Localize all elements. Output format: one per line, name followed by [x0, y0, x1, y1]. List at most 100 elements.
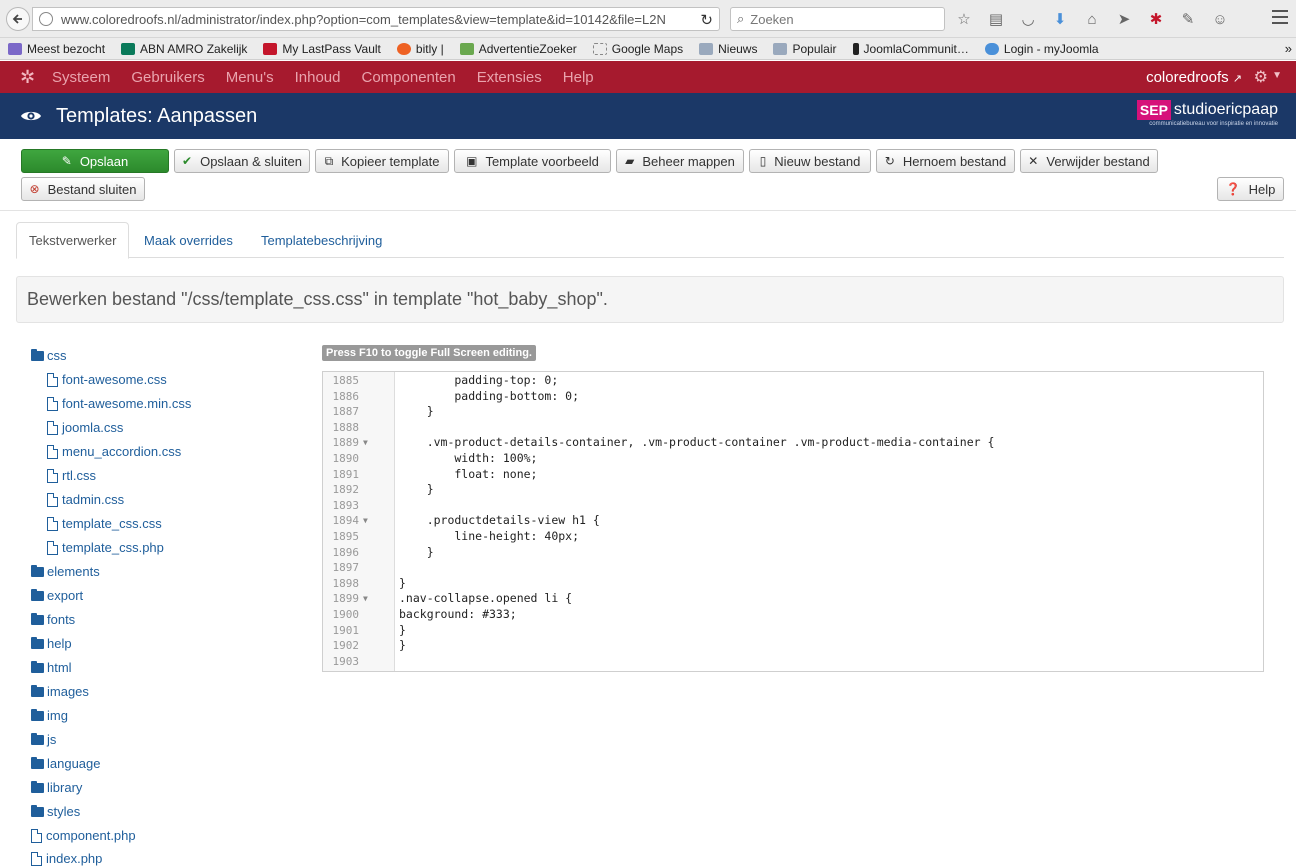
back-button[interactable] [6, 7, 30, 31]
tree-file-item[interactable]: tadmin.css [47, 492, 124, 507]
line-number: 1902 [332, 639, 360, 653]
tree-folder-item[interactable]: styles [31, 804, 80, 819]
tree-folder-item[interactable]: fonts [31, 612, 75, 627]
close-file-button[interactable]: ⊗ Bestand sluiten [21, 177, 145, 201]
fold-marker-icon[interactable] [363, 545, 375, 561]
delete-file-button[interactable]: ✕ Verwijder bestand [1020, 149, 1158, 173]
search-input[interactable]: ⌕ Zoeken [730, 7, 945, 31]
menu-icon[interactable] [1272, 10, 1288, 26]
tree-folder-item[interactable]: js [31, 732, 56, 747]
bookmark-item[interactable]: Google Maps [592, 42, 683, 56]
folder-icon [773, 42, 788, 55]
tree-folder-item[interactable]: library [31, 780, 82, 795]
menu-item-inhoud[interactable]: Inhoud [295, 69, 341, 86]
tools-icon[interactable]: ✎ [1178, 9, 1198, 29]
tree-file-item[interactable]: component.php [31, 828, 136, 843]
settings-gear-icon[interactable]: ⚙ [1254, 67, 1268, 87]
tab-tekstverwerker[interactable]: Tekstverwerker [16, 222, 130, 259]
tree-file-item[interactable]: font-awesome.css [47, 372, 167, 387]
fold-marker-icon[interactable] [363, 560, 375, 576]
menu-item-menus[interactable]: Menu's [226, 69, 274, 86]
url-bar[interactable]: www.coloredroofs.nl/administrator/index.… [32, 7, 720, 31]
line-number: 1893 [332, 498, 360, 512]
tree-file-item[interactable]: template_css.css [47, 516, 162, 531]
tab-maak-overrides[interactable]: Maak overrides [132, 222, 245, 258]
bookmark-folder[interactable]: Populair [773, 42, 837, 56]
tree-folder-item[interactable]: img [31, 708, 68, 723]
chevron-down-icon[interactable]: ▼ [1272, 70, 1282, 81]
rename-file-button[interactable]: ↻ Hernoem bestand [876, 149, 1015, 173]
bookmark-star-icon[interactable]: ☆ [954, 9, 974, 29]
tree-folder-item[interactable]: elements [31, 564, 100, 579]
bookmark-item[interactable]: JoomlaCommunit… [852, 42, 969, 56]
template-preview-button[interactable]: ▣ Template voorbeeld [454, 149, 611, 173]
fold-marker-icon[interactable] [363, 607, 375, 623]
tree-folder-item[interactable]: export [31, 588, 83, 603]
manage-folders-button[interactable]: ▰ Beheer mappen [616, 149, 744, 173]
tree-folder-css[interactable]: css [31, 348, 67, 363]
fold-marker-icon[interactable] [363, 451, 375, 467]
menu-item-help[interactable]: Help [563, 69, 594, 86]
bookmark-item[interactable]: ABN AMRO Zakelijk [121, 42, 247, 56]
line-number: 1896 [332, 545, 360, 559]
tree-folder-item[interactable]: html [31, 660, 72, 675]
copy-template-button[interactable]: ⧉ Kopieer template [315, 149, 449, 173]
site-link[interactable]: coloredroofs ↗ [1146, 69, 1242, 86]
tree-folder-item[interactable]: help [31, 636, 72, 651]
fold-marker-icon[interactable] [363, 498, 375, 514]
menu-item-systeem[interactable]: Systeem [52, 69, 110, 86]
fold-marker-icon[interactable] [363, 654, 375, 670]
fold-marker-icon[interactable] [363, 373, 375, 389]
fold-marker-icon[interactable] [363, 404, 375, 420]
bookmark-item[interactable]: My LastPass Vault [263, 42, 381, 56]
tree-file-item[interactable]: joomla.css [47, 420, 123, 435]
pocket-icon[interactable]: ◡ [1018, 9, 1038, 29]
download-icon[interactable]: ⬇ [1050, 9, 1070, 29]
new-file-button[interactable]: ▯ Nieuw bestand [749, 149, 871, 173]
save-button[interactable]: ✎ Opslaan [21, 149, 169, 173]
tree-file-item[interactable]: rtl.css [47, 468, 96, 483]
bookmark-item[interactable]: Login - myJoomla [984, 42, 1099, 56]
tree-folder-item[interactable]: language [31, 756, 101, 771]
reload-icon[interactable]: ↻ [700, 11, 713, 29]
account-icon[interactable]: ☺ [1210, 9, 1230, 29]
fold-marker-icon[interactable] [363, 420, 375, 436]
fold-marker-icon[interactable] [363, 623, 375, 639]
tree-file-item[interactable]: menu_accordion.css [47, 444, 181, 459]
tab-templatebeschrijving[interactable]: Templatebeschrijving [249, 222, 394, 258]
tree-folder-item[interactable]: images [31, 684, 89, 699]
fold-marker-icon[interactable] [363, 467, 375, 483]
bookmarks-overflow-button[interactable]: » [1285, 41, 1292, 56]
help-button[interactable]: ❓ Help [1217, 177, 1284, 201]
bookmark-item[interactable]: Meest bezocht [8, 42, 105, 56]
fold-marker-icon[interactable] [363, 576, 375, 592]
fold-marker-icon[interactable]: ▼ [363, 591, 375, 607]
fold-marker-icon[interactable] [363, 482, 375, 498]
menu-item-componenten[interactable]: Componenten [362, 69, 456, 86]
fold-marker-icon[interactable] [363, 529, 375, 545]
lastpass-icon[interactable]: ✱ [1146, 9, 1166, 29]
code-text: padding-top: 0; [399, 373, 559, 387]
menu-item-extensies[interactable]: Extensies [477, 69, 542, 86]
line-number: 1889 [332, 436, 360, 450]
send-icon[interactable]: ➤ [1114, 9, 1134, 29]
joomla-logo-icon[interactable]: ✲ [20, 68, 38, 86]
url-text[interactable]: www.coloredroofs.nl/administrator/index.… [61, 12, 681, 27]
bookmark-folder[interactable]: Nieuws [699, 42, 757, 56]
code-line: 1892 } [323, 482, 1263, 498]
reading-list-icon[interactable]: ▤ [986, 9, 1006, 29]
fold-marker-icon[interactable]: ▼ [363, 435, 375, 451]
fold-marker-icon[interactable] [363, 389, 375, 405]
bookmark-item[interactable]: AdvertentieZoeker [459, 42, 577, 56]
fold-marker-icon[interactable]: ▼ [363, 513, 375, 529]
tree-file-item[interactable]: font-awesome.min.css [47, 396, 191, 411]
code-editor[interactable]: 1885 padding-top: 0; 1886 padding-bottom:… [322, 371, 1264, 672]
search-placeholder: Zoeken [750, 11, 794, 27]
tree-file-item[interactable]: template_css.php [47, 540, 164, 555]
menu-item-gebruikers[interactable]: Gebruikers [131, 69, 204, 86]
bookmark-item[interactable]: bitly | [396, 42, 444, 56]
home-icon[interactable]: ⌂ [1082, 9, 1102, 29]
save-close-button[interactable]: ✔ Opslaan & sluiten [174, 149, 310, 173]
fold-marker-icon[interactable] [363, 638, 375, 654]
brand-logo: SEP studioericpaap communicatiebureau vo… [1136, 100, 1278, 127]
